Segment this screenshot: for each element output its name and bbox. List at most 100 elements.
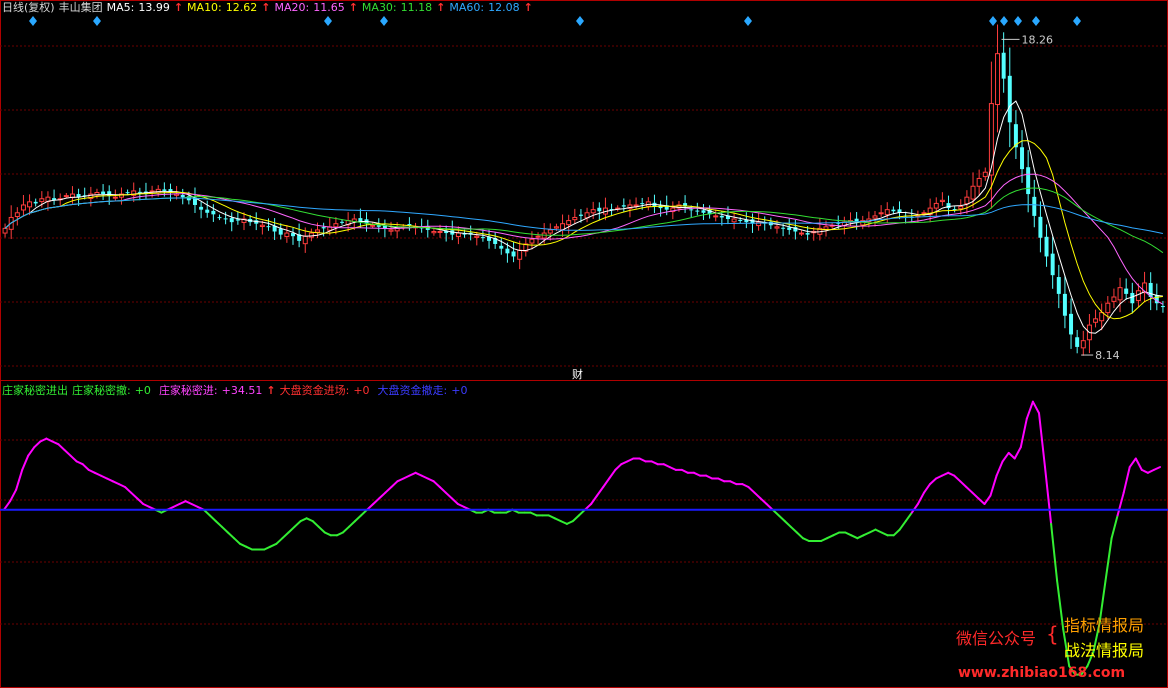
indicator-segment: [929, 477, 938, 486]
candle-body-down: [199, 206, 204, 210]
indicator-segment: [341, 525, 350, 534]
indicator-segment: [662, 463, 671, 469]
ind5-legend: 大盘资金撤走: +0: [378, 384, 472, 397]
candle-body-up: [370, 224, 376, 227]
candle-body-up: [20, 204, 26, 211]
period-label[interactable]: 日线(复权): [2, 1, 55, 14]
indicator-segment: [81, 463, 90, 471]
candle-body-up: [713, 215, 719, 218]
indicator-segment: [39, 437, 48, 443]
indicator-segment: [923, 483, 931, 494]
indicator-segment: [9, 488, 18, 503]
candle-body-up: [976, 177, 982, 187]
candle-body-up: [970, 185, 976, 200]
candle-body-down: [1038, 216, 1043, 238]
candle-body-down: [701, 210, 706, 213]
indicator-segment: [904, 511, 913, 523]
ind4-legend: 大盘资金进场: +0: [280, 384, 374, 397]
ind4-label: 大盘资金进场:: [279, 384, 350, 397]
indicator-segment: [354, 514, 363, 523]
indicator-segment: [910, 503, 919, 514]
indicator-segment: [1044, 466, 1053, 525]
chart-canvas[interactable]: 18.26 8.14: [0, 0, 1168, 688]
candle-body-up: [731, 218, 737, 223]
ind3-value: +34.51: [221, 384, 263, 397]
ma60-line: [4, 197, 1164, 234]
candle-body-up: [1117, 287, 1123, 301]
candle-body-up: [566, 220, 572, 226]
candle-body-up: [884, 209, 890, 216]
watermark-line1: 指标情报局: [1064, 616, 1145, 635]
candle-body-down: [180, 194, 185, 198]
ma20-value: 11.65: [313, 1, 345, 14]
indicator-segment: [220, 525, 229, 534]
candle-body-up: [535, 235, 541, 238]
candle-body-up: [14, 212, 20, 218]
candle-body-up: [774, 226, 780, 229]
candle-body-up: [388, 229, 394, 232]
indicator-segment: [898, 520, 907, 531]
indicator-segment: [777, 514, 786, 523]
low-price-label: 8.14: [1095, 349, 1120, 362]
indicator-segment: [620, 460, 629, 466]
candle-body-down: [1062, 293, 1067, 316]
candle-body-up: [27, 201, 33, 208]
ma60-label: MA60:: [449, 1, 485, 14]
ma5-label: MA5:: [106, 1, 135, 14]
candle-body-down: [1160, 306, 1165, 308]
indicator-segment: [432, 480, 441, 488]
ma60-legend: MA60: 12.08 ↑: [449, 1, 532, 14]
indicator-segment: [384, 486, 393, 494]
candle-body-down: [1075, 337, 1080, 347]
indicator-segment: [1104, 537, 1113, 582]
candle-body-up: [964, 196, 970, 205]
indicator-segment: [753, 491, 762, 500]
candle-body-up: [302, 235, 308, 245]
candle-body-down: [101, 191, 106, 195]
candle-body-up: [284, 232, 290, 237]
indicator-segment: [142, 503, 151, 508]
indicator-segment: [801, 537, 810, 542]
candle-body-down: [1044, 236, 1049, 257]
indicator-segment: [51, 440, 60, 446]
candle-body-down: [229, 218, 234, 223]
candle-body-down: [805, 233, 810, 235]
indicator-segment: [795, 531, 804, 540]
indicator-segment: [269, 542, 278, 548]
candle-body-down: [695, 210, 700, 212]
indicator-segment: [614, 463, 623, 471]
candle-body-down: [33, 201, 38, 204]
candle-body-down: [621, 205, 626, 207]
candle-body-up: [112, 196, 118, 199]
event-diamond-icon: [1000, 16, 1008, 26]
ma30-value: 11.18: [400, 1, 433, 14]
indicator-segment: [408, 471, 417, 477]
indicator-segment: [1019, 417, 1028, 449]
indicator-segment: [390, 480, 399, 488]
event-diamond-icon: [380, 16, 388, 26]
candle-body-down: [211, 210, 216, 215]
candle-body-up: [1105, 302, 1111, 314]
candle-body-down: [505, 248, 510, 254]
indicator-segment: [136, 497, 145, 505]
candle-body-up: [878, 212, 884, 215]
ind3-label: 庄家秘密进:: [158, 384, 218, 397]
indicator-segment: [759, 497, 768, 505]
indicator-segment: [989, 474, 998, 497]
ma10-value: 12.62: [225, 1, 258, 14]
event-diamond-icon: [324, 16, 332, 26]
candle-body-up: [1080, 340, 1086, 349]
candle-body-down: [1032, 196, 1037, 216]
candle-body-up: [982, 171, 988, 178]
ind4-value: +0: [353, 384, 370, 397]
candle-body-down: [223, 218, 228, 220]
indicator-segment: [287, 525, 296, 534]
indicator-segment: [1050, 522, 1059, 582]
stock-chart-window: 18.26 8.14 日线(复权) 丰山集团 MA5: 13.99 ↑ MA10: 12.62…: [0, 0, 1168, 688]
finance-marker[interactable]: 财: [572, 366, 583, 382]
candle-body-up: [437, 230, 443, 233]
indicator-segment: [420, 474, 429, 480]
indicator-segment: [15, 468, 24, 491]
indicator-segment: [438, 486, 447, 494]
candle-body-down: [781, 227, 786, 229]
